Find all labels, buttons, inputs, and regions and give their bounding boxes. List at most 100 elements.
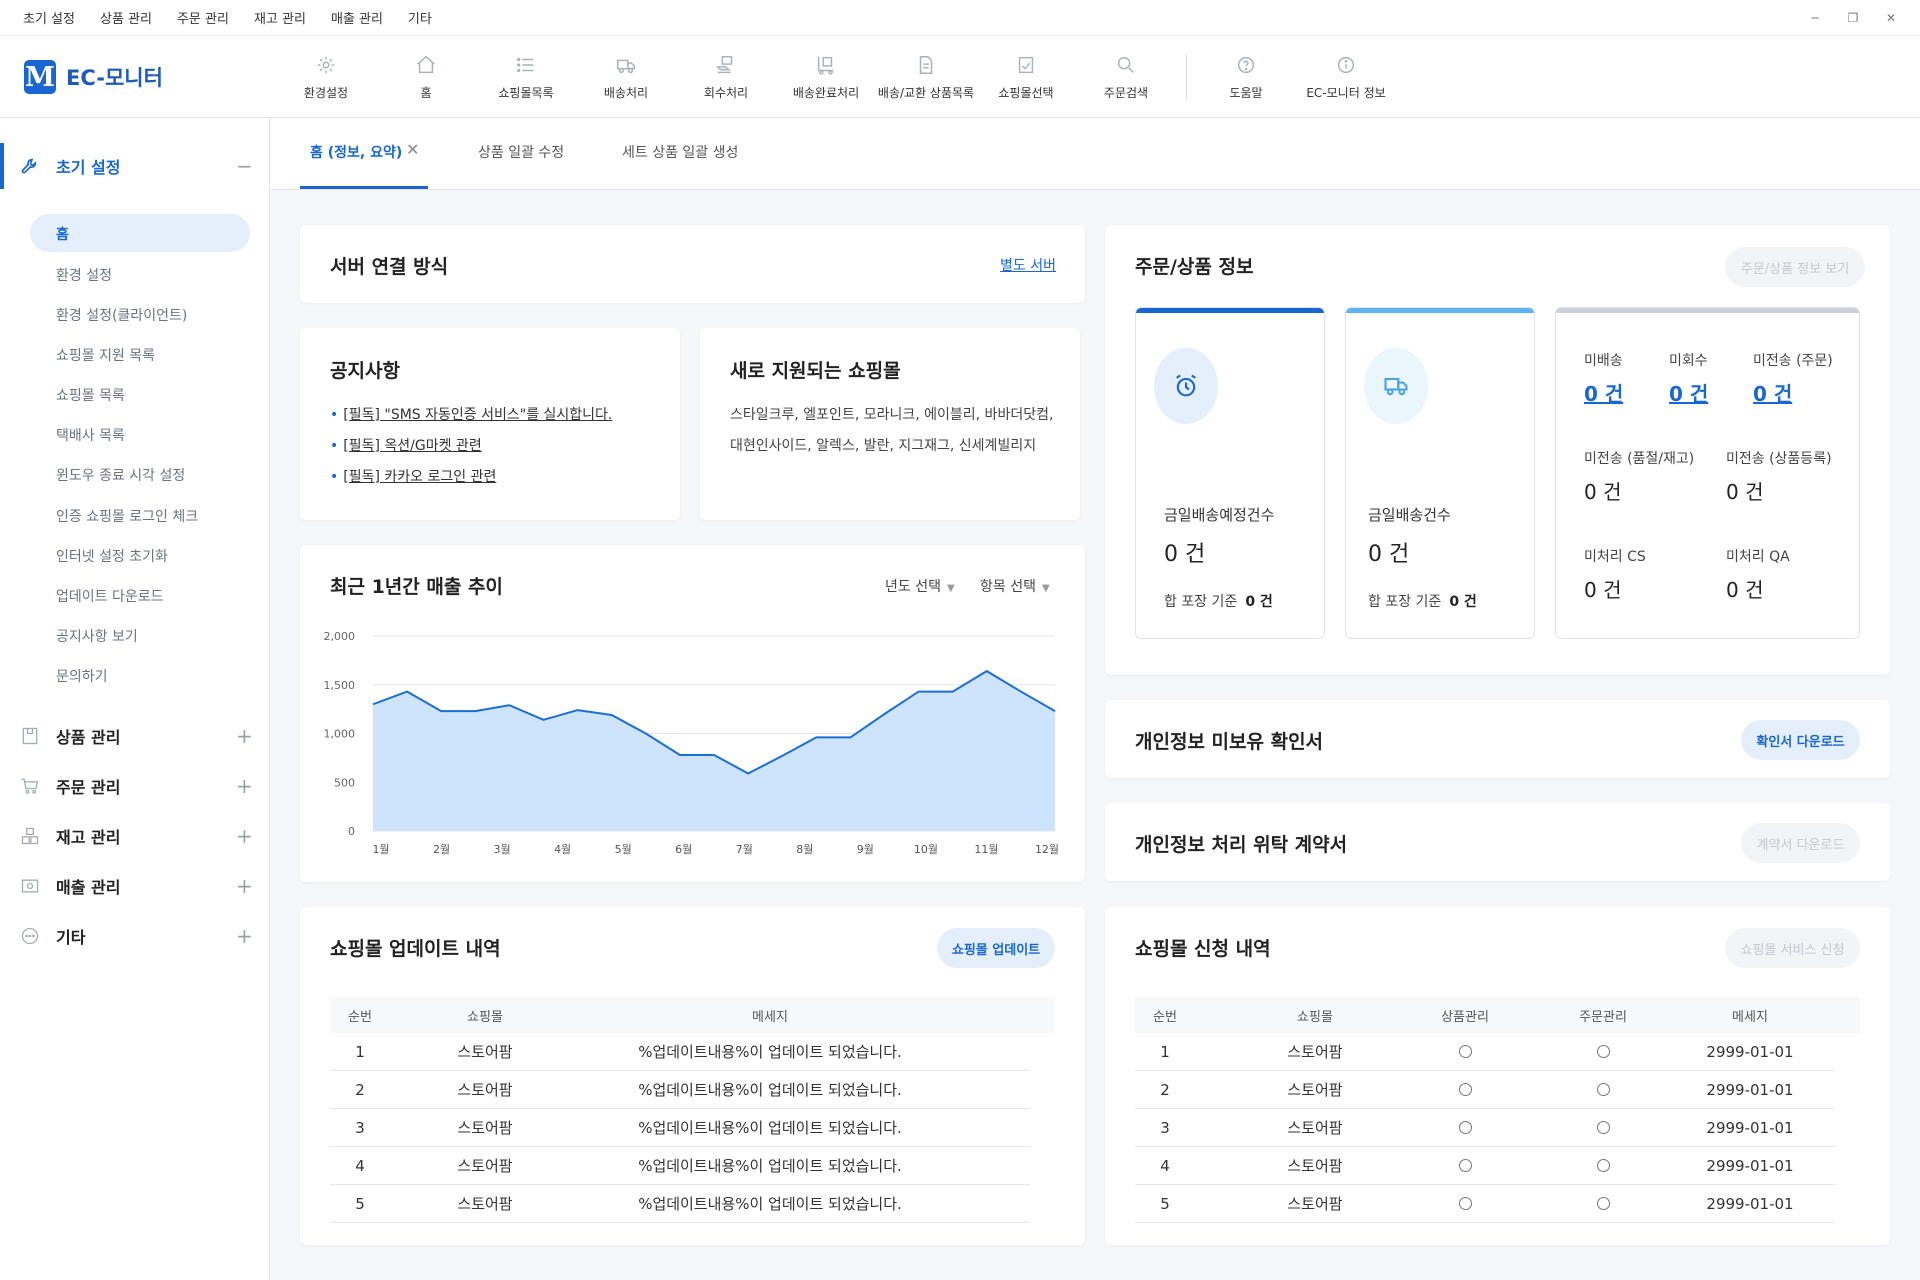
- column-header: 메세지: [752, 1009, 788, 1025]
- table-row[interactable]: 4 스토어팜 %업데이트내용%이 업데이트 되었습니다.: [330, 1147, 1030, 1185]
- toolbar-delivered-button[interactable]: 배송완료처리: [776, 36, 876, 119]
- mall-service-apply-button[interactable]: 쇼핑몰 서비스 신청: [1725, 928, 1860, 968]
- toolbar-shipping-button[interactable]: 배송처리: [576, 36, 676, 119]
- toolbar-about-button[interactable]: EC-모니터 정보: [1296, 36, 1396, 119]
- order-manage-radio[interactable]: [1543, 1147, 1663, 1184]
- sidebar-item-inquiry[interactable]: 문의하기: [56, 666, 108, 686]
- tab-set-product[interactable]: 세트 상품 일괄 생성: [622, 142, 738, 162]
- sidebar-item-settings[interactable]: 환경 설정: [56, 265, 112, 285]
- product-manage-radio[interactable]: [1405, 1033, 1525, 1070]
- sidebar-item-shutdown-time[interactable]: 윈도우 종료 시각 설정: [56, 465, 185, 485]
- menu-sales[interactable]: 매출 관리: [331, 8, 383, 27]
- sidebar-item-home[interactable]: 홈: [56, 224, 69, 244]
- expand-toggle[interactable]: +: [236, 774, 253, 798]
- product-manage-radio[interactable]: [1405, 1071, 1525, 1108]
- toolbar-mall-select-button[interactable]: 쇼핑몰선택: [976, 36, 1076, 119]
- download-contract-button[interactable]: 계약서 다운로드: [1741, 823, 1860, 863]
- pending-value: 0 건: [1726, 480, 1764, 504]
- unshipped-count[interactable]: 0 건: [1584, 378, 1623, 407]
- menu-setup[interactable]: 초기 설정: [23, 8, 75, 27]
- toolbar-help-button[interactable]: 도움말: [1196, 36, 1296, 119]
- product-manage-radio[interactable]: [1405, 1109, 1525, 1146]
- table-row[interactable]: 1 스토어팜 %업데이트내용%이 업데이트 되었습니다.: [330, 1033, 1030, 1071]
- toolbar-return-button[interactable]: 회수처리: [676, 36, 776, 119]
- card-title: 공지사항: [330, 360, 400, 382]
- expand-toggle[interactable]: +: [236, 724, 253, 748]
- sidebar-item-courier-list[interactable]: 택배사 목록: [56, 425, 125, 445]
- sidebar-item-reset-internet[interactable]: 인터넷 설정 초기화: [56, 546, 168, 566]
- sidebar-section-sales[interactable]: 매출 관리 +: [0, 863, 270, 909]
- sidebar-section-inventory[interactable]: 재고 관리 +: [0, 813, 270, 859]
- tab-home-summary[interactable]: 홈 (정보, 요약): [310, 142, 402, 162]
- collapse-toggle[interactable]: −: [236, 154, 253, 178]
- view-order-info-button[interactable]: 주문/상품 정보 보기: [1725, 247, 1865, 287]
- minimize-button[interactable]: ─: [1796, 11, 1834, 25]
- close-window-button[interactable]: ✕: [1872, 11, 1910, 25]
- unsent-order-count[interactable]: 0 건: [1753, 378, 1792, 407]
- menu-order[interactable]: 주문 관리: [177, 8, 229, 27]
- product-manage-radio[interactable]: [1405, 1185, 1525, 1222]
- sidebar-item-login-check[interactable]: 인증 쇼핑몰 로그인 체크: [56, 506, 198, 526]
- radio-circle: [1596, 1121, 1610, 1134]
- column-header: 순번: [348, 1009, 372, 1025]
- notice-item[interactable]: • [필독] "SMS 자동인증 서비스"를 실시합니다.: [330, 404, 612, 424]
- toolbar-label: 도움말: [1229, 86, 1263, 100]
- separate-server-link[interactable]: 별도 서버: [1000, 255, 1056, 275]
- table-row[interactable]: 3 스토어팜 2999-01-01: [1135, 1109, 1835, 1147]
- order-manage-radio[interactable]: [1543, 1109, 1663, 1146]
- sidebar-item-supported-malls[interactable]: 쇼핑몰 지원 목록: [56, 345, 155, 365]
- toolbar-divider: [1186, 54, 1187, 100]
- expand-toggle[interactable]: +: [236, 874, 253, 898]
- expand-toggle[interactable]: +: [236, 924, 253, 948]
- sidebar-item-mall-list[interactable]: 쇼핑몰 목록: [56, 385, 125, 405]
- table-row[interactable]: 4 스토어팜 2999-01-01: [1135, 1147, 1835, 1185]
- x-tick-label: 5월: [615, 843, 632, 856]
- sidebar-item-notices[interactable]: 공지사항 보기: [56, 626, 138, 646]
- document-icon: [919, 56, 933, 74]
- stat-sub-label: 합 포장 기준: [1368, 594, 1442, 610]
- tab-bulk-edit[interactable]: 상품 일괄 수정: [478, 142, 564, 162]
- menu-product[interactable]: 상품 관리: [100, 8, 152, 27]
- order-manage-radio[interactable]: [1543, 1033, 1663, 1070]
- order-manage-radio[interactable]: [1543, 1185, 1663, 1222]
- sidebar-section-setup[interactable]: 초기 설정 −: [0, 143, 270, 189]
- table-row[interactable]: 3 스토어팜 %업데이트내용%이 업데이트 되었습니다.: [330, 1109, 1030, 1147]
- toolbar-mall-list-button[interactable]: 쇼핑몰목록: [476, 36, 576, 119]
- sidebar-section-product[interactable]: 상품 관리 +: [0, 713, 270, 759]
- radio-circle: [1458, 1045, 1472, 1058]
- menu-inventory[interactable]: 재고 관리: [254, 8, 306, 27]
- sidebar-item-client-settings[interactable]: 환경 설정(클라이언트): [56, 305, 187, 325]
- notice-item[interactable]: • [필독] 카카오 로그인 관련: [330, 466, 496, 486]
- card-title: 개인정보 처리 위탁 계약서: [1135, 834, 1348, 856]
- table-row[interactable]: 2 스토어팜 2999-01-01: [1135, 1071, 1835, 1109]
- order-manage-radio[interactable]: [1543, 1071, 1663, 1108]
- sidebar-item-update-download[interactable]: 업데이트 다운로드: [56, 586, 164, 606]
- toolbar-order-search-button[interactable]: 주문검색: [1076, 36, 1176, 119]
- notice-item[interactable]: • [필독] 옥션/G마켓 관련: [330, 435, 482, 455]
- cell-message: %업데이트내용%이 업데이트 되었습니다.: [638, 1195, 902, 1213]
- mall-update-button[interactable]: 쇼핑몰 업데이트: [937, 928, 1055, 968]
- stat-value: 0 건: [1164, 542, 1206, 567]
- server-connection-card: 서버 연결 방식 별도 서버: [300, 225, 1085, 303]
- toolbar-product-list-button[interactable]: 배송/교환 상품목록: [876, 36, 976, 119]
- maximize-button[interactable]: ❐: [1834, 11, 1872, 25]
- close-icon[interactable]: ✕: [406, 140, 419, 159]
- sidebar-section-etc[interactable]: 기타 +: [0, 913, 270, 959]
- delivered-icon: [817, 56, 834, 75]
- x-tick-label: 3월: [494, 843, 511, 856]
- product-manage-radio[interactable]: [1405, 1147, 1525, 1184]
- truck-icon: [617, 59, 635, 74]
- toolbar-settings-button[interactable]: 환경설정: [276, 36, 376, 119]
- table-row[interactable]: 5 스토어팜 2999-01-01: [1135, 1185, 1835, 1223]
- table-row[interactable]: 5 스토어팜 %업데이트내용%이 업데이트 되었습니다.: [330, 1185, 1030, 1223]
- sidebar-section-order[interactable]: 주문 관리 +: [0, 763, 270, 809]
- cell-index: 4: [1160, 1156, 1170, 1175]
- menu-etc[interactable]: 기타: [408, 8, 432, 27]
- table-row[interactable]: 1 스토어팜 2999-01-01: [1135, 1033, 1835, 1071]
- table-row[interactable]: 2 스토어팜 %업데이트내용%이 업데이트 되었습니다.: [330, 1071, 1030, 1109]
- download-confirm-button[interactable]: 확인서 다운로드: [1741, 720, 1860, 760]
- toolbar-home-button[interactable]: 홈: [376, 36, 476, 119]
- uncollected-count[interactable]: 0 건: [1669, 378, 1708, 407]
- expand-toggle[interactable]: +: [236, 824, 253, 848]
- column-header: 쇼핑몰: [467, 1009, 503, 1025]
